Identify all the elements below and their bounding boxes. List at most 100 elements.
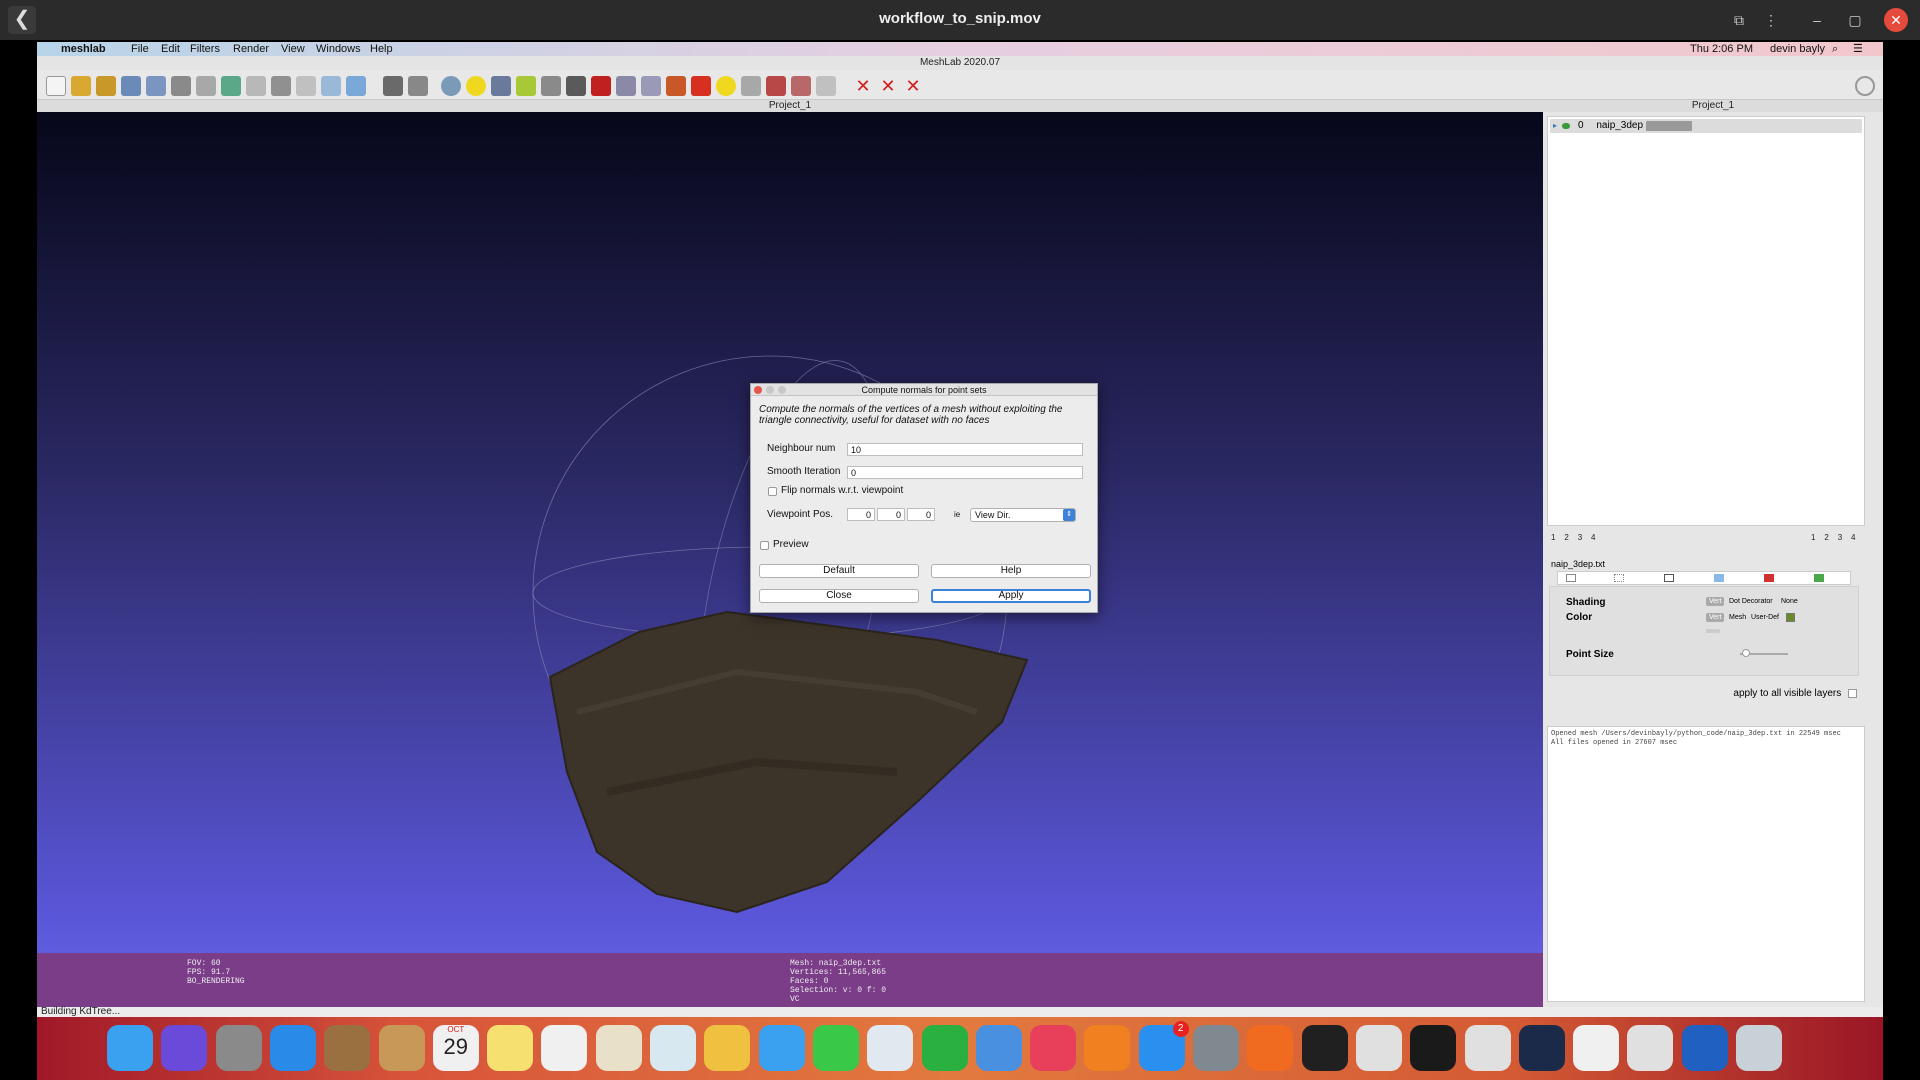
new-project-icon[interactable] bbox=[46, 76, 66, 96]
texture-icon[interactable] bbox=[541, 76, 561, 96]
safari-icon[interactable] bbox=[269, 1025, 316, 1071]
shading-vert-option[interactable]: Vert bbox=[1706, 597, 1725, 606]
menu-render[interactable]: Render bbox=[233, 42, 269, 56]
visibility-eye-icon[interactable] bbox=[1562, 123, 1570, 129]
keynote2-icon[interactable] bbox=[975, 1025, 1022, 1071]
keynote-icon[interactable] bbox=[867, 1025, 914, 1071]
quicktime-icon[interactable] bbox=[1681, 1025, 1728, 1071]
blender-icon[interactable] bbox=[1355, 1025, 1402, 1071]
facetime-icon[interactable] bbox=[812, 1025, 859, 1071]
tab-r1[interactable]: 1 bbox=[1811, 533, 1815, 542]
music-icon[interactable] bbox=[1030, 1025, 1077, 1071]
clear-selection-icon[interactable]: ✕ bbox=[853, 76, 873, 96]
delete-selected-faces-icon[interactable]: ✕ bbox=[878, 76, 898, 96]
menu-windows[interactable]: Windows bbox=[316, 42, 361, 56]
open-project-icon[interactable] bbox=[71, 76, 91, 96]
maps-icon[interactable] bbox=[595, 1025, 642, 1071]
terminal-icon[interactable] bbox=[1410, 1025, 1457, 1071]
tab-r4[interactable]: 4 bbox=[1851, 533, 1855, 542]
viewpoint-y-input[interactable]: 0 bbox=[877, 508, 905, 521]
delete-selected-vertices-icon[interactable]: ✕ bbox=[903, 76, 923, 96]
decorator-tab-icon[interactable] bbox=[1814, 574, 1824, 582]
wire-tab-icon[interactable] bbox=[1664, 574, 1674, 582]
preview-checkbox[interactable] bbox=[760, 541, 769, 550]
info-icon[interactable] bbox=[716, 76, 736, 96]
default-button[interactable]: Default bbox=[759, 564, 919, 578]
layer-item[interactable]: ▸ 0 naip_3dep bbox=[1550, 119, 1862, 133]
select-vertices-icon[interactable] bbox=[616, 76, 636, 96]
apply-button[interactable]: Apply bbox=[931, 589, 1091, 603]
pencil-icon[interactable] bbox=[566, 76, 586, 96]
menu-view[interactable]: View bbox=[281, 42, 305, 56]
launchpad-icon[interactable] bbox=[215, 1025, 262, 1071]
reminders-icon[interactable] bbox=[541, 1025, 588, 1071]
books-icon[interactable] bbox=[1084, 1025, 1131, 1071]
dialog-zoom-icon[interactable] bbox=[778, 386, 786, 394]
snapshot-icon[interactable] bbox=[171, 76, 191, 96]
axes-icon[interactable] bbox=[408, 76, 428, 96]
viewpoint-x-input[interactable]: 0 bbox=[847, 508, 875, 521]
select-connected-icon[interactable] bbox=[741, 76, 761, 96]
numbers-icon[interactable] bbox=[921, 1025, 968, 1071]
textedit-icon[interactable] bbox=[1573, 1025, 1620, 1071]
trackball-icon[interactable] bbox=[441, 76, 461, 96]
layer-tools-icon[interactable] bbox=[1646, 121, 1692, 131]
search-icon[interactable] bbox=[1855, 76, 1875, 96]
reload-icon[interactable] bbox=[121, 76, 141, 96]
paint-icon[interactable] bbox=[516, 76, 536, 96]
app-menu[interactable]: meshlab bbox=[61, 42, 106, 56]
align-icon[interactable] bbox=[666, 76, 686, 96]
siri-icon[interactable] bbox=[161, 1025, 208, 1071]
smooth-iteration-input[interactable]: 0 bbox=[847, 466, 1083, 479]
activity-icon[interactable] bbox=[1301, 1025, 1348, 1071]
close-dialog-button[interactable]: Close bbox=[759, 589, 919, 603]
tab-3[interactable]: 3 bbox=[1578, 533, 1582, 542]
spotlight-icon[interactable]: ⌕ bbox=[1832, 42, 1838, 56]
export-mesh-icon[interactable] bbox=[146, 76, 166, 96]
layers-icon[interactable] bbox=[383, 76, 403, 96]
apply-all-checkbox[interactable] bbox=[1848, 688, 1857, 698]
menubar-clock[interactable]: Thu 2:06 PM bbox=[1690, 42, 1753, 56]
delete-faces-icon[interactable] bbox=[766, 76, 786, 96]
menu-file[interactable]: File bbox=[131, 42, 149, 56]
smooth-icon[interactable] bbox=[346, 76, 366, 96]
meshlab-icon[interactable] bbox=[650, 1025, 696, 1071]
color-extra-button[interactable] bbox=[1706, 629, 1720, 633]
user-color-swatch[interactable] bbox=[1786, 613, 1795, 622]
notes-icon[interactable] bbox=[378, 1025, 425, 1071]
annotation-icon[interactable] bbox=[466, 76, 486, 96]
minimize-button[interactable]: – bbox=[1805, 8, 1829, 32]
color-mesh-option[interactable]: Mesh bbox=[1726, 613, 1749, 622]
color-userdef-option[interactable]: User-Def bbox=[1748, 613, 1782, 622]
wireframe-icon[interactable] bbox=[246, 76, 266, 96]
flat-icon[interactable] bbox=[321, 76, 341, 96]
shading-dot-option[interactable]: Dot Decorator bbox=[1726, 597, 1776, 606]
points-icon[interactable] bbox=[221, 76, 241, 96]
close-button[interactable]: ✕ bbox=[1884, 8, 1908, 32]
hidden-lines-icon[interactable] bbox=[271, 76, 291, 96]
maximize-button[interactable]: ▢ bbox=[1843, 8, 1867, 32]
menu-help[interactable]: Help bbox=[370, 42, 393, 56]
bbox-tab-icon[interactable] bbox=[1566, 574, 1576, 582]
point-size-slider[interactable] bbox=[1740, 649, 1788, 657]
more-icon[interactable]: ⋮ bbox=[1759, 8, 1783, 32]
bbox-icon[interactable] bbox=[196, 76, 216, 96]
calendar-icon[interactable]: OCT 29 bbox=[432, 1025, 479, 1071]
dialog-close-icon[interactable] bbox=[754, 386, 762, 394]
control-center-icon[interactable]: ☰ bbox=[1853, 42, 1863, 56]
slider-handle[interactable] bbox=[1742, 649, 1750, 657]
dialog-minimize-icon[interactable] bbox=[766, 386, 774, 394]
menu-filters[interactable]: Filters bbox=[190, 42, 220, 56]
tab-r3[interactable]: 3 bbox=[1838, 533, 1842, 542]
georef-icon[interactable] bbox=[691, 76, 711, 96]
pickpoints-icon[interactable] bbox=[591, 76, 611, 96]
menubar-user[interactable]: devin bayly bbox=[1770, 42, 1825, 56]
appstore-icon[interactable]: 2 bbox=[1138, 1021, 1189, 1071]
neighbour-num-input[interactable]: 10 bbox=[847, 443, 1083, 456]
tab-1[interactable]: 1 bbox=[1551, 533, 1555, 542]
flat-lines-icon[interactable] bbox=[296, 76, 316, 96]
fill-tab-icon[interactable] bbox=[1714, 574, 1724, 582]
points-tab-icon[interactable] bbox=[1614, 574, 1624, 582]
menu-edit[interactable]: Edit bbox=[161, 42, 180, 56]
finder-icon[interactable] bbox=[107, 1025, 153, 1071]
